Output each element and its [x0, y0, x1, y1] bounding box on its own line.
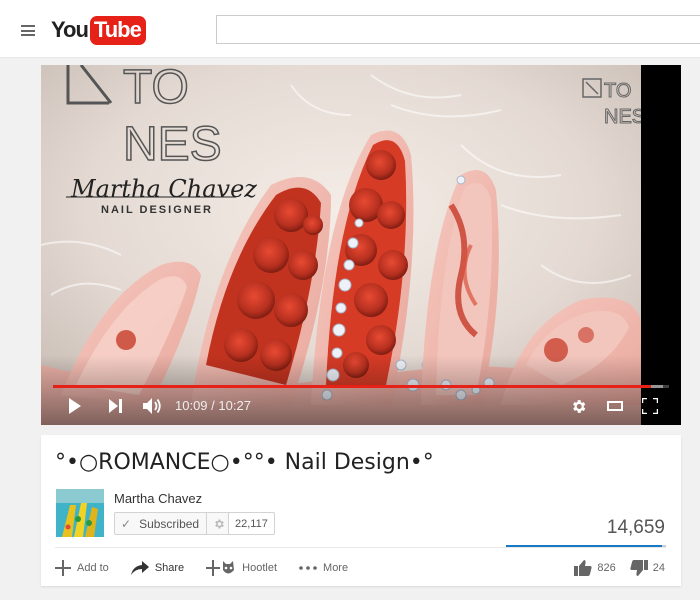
svg-text:NES: NES — [604, 106, 641, 128]
logo-you-text: You — [51, 17, 89, 42]
next-icon — [109, 399, 122, 413]
fullscreen-button[interactable] — [641, 397, 659, 415]
youtube-logo[interactable]: You Tube — [51, 15, 146, 45]
share-icon — [130, 561, 149, 575]
progress-played — [53, 385, 652, 388]
duration: 10:27 — [218, 398, 251, 413]
share-label: Share — [154, 562, 185, 574]
more-label: More — [323, 562, 349, 574]
subscription-settings-button[interactable] — [206, 513, 230, 534]
volume-button[interactable] — [142, 398, 162, 414]
plus-icon — [55, 560, 71, 576]
hootlet-icon — [206, 560, 235, 576]
masthead: You Tube — [0, 0, 700, 58]
next-button[interactable] — [108, 398, 124, 414]
search-input[interactable] — [216, 15, 700, 44]
view-count: 14,659 — [606, 517, 665, 538]
add-to-button[interactable]: Add to — [55, 560, 109, 576]
more-icon — [299, 566, 317, 570]
thumbs-up-icon — [574, 560, 592, 576]
volume-icon — [142, 398, 161, 414]
checkmark-icon: ✓ — [121, 516, 132, 531]
overlay-brand-line2: NES — [123, 118, 222, 171]
fullscreen-icon — [642, 398, 658, 414]
subscribe-button[interactable]: ✓ Subscribed — [114, 512, 232, 535]
divider — [55, 547, 666, 548]
time-display: 10:09 / 10:27 — [175, 398, 251, 413]
share-button[interactable]: Share — [130, 561, 185, 575]
play-button[interactable] — [66, 397, 84, 415]
like-count: 826 — [597, 562, 616, 574]
svg-text:TO: TO — [604, 80, 631, 102]
overlay-designer-role: NAIL DESIGNER — [101, 204, 213, 216]
play-icon — [69, 398, 81, 414]
subscribed-toggle[interactable]: ✓ Subscribed — [115, 513, 206, 534]
dislike-count: 24 — [652, 562, 665, 574]
overlay-designer-name: Martha Chavez — [70, 175, 257, 203]
thumbs-down-icon — [630, 560, 648, 576]
video-info-card: °•○ROMANCE○•°°• Nail Design•° Martha Cha… — [41, 435, 681, 586]
video-title: °•○ROMANCE○•°°• Nail Design•° — [55, 450, 434, 475]
theater-icon — [607, 401, 623, 411]
dislike-button[interactable]: 24 — [630, 560, 665, 576]
settings-button[interactable] — [569, 397, 587, 415]
hootlet-button[interactable]: Hootlet — [206, 560, 277, 576]
gear-icon — [214, 519, 224, 528]
channel-name[interactable]: Martha Chavez — [114, 491, 202, 506]
progress-bar[interactable] — [53, 385, 669, 388]
add-to-label: Add to — [77, 562, 109, 574]
subscribe-label: Subscribed — [139, 516, 200, 531]
like-dislike-group: 826 24 — [560, 558, 665, 578]
video-player[interactable]: TO NES Martha Chavez NAIL DESIGNER TO NE… — [41, 65, 681, 425]
logo-tube-text: Tube — [89, 15, 146, 45]
time-separator: / — [207, 398, 219, 413]
hootlet-label: Hootlet — [242, 562, 278, 574]
overlay-brand-line1: TO — [123, 65, 189, 114]
gear-icon — [572, 399, 585, 413]
subscriber-count: 22,117 — [228, 512, 275, 535]
action-bar: Add to Share Hootlet More — [55, 558, 370, 578]
channel-avatar[interactable] — [56, 489, 104, 537]
guide-menu-icon[interactable] — [21, 25, 35, 36]
theater-mode-button[interactable] — [606, 399, 624, 413]
more-button[interactable]: More — [299, 562, 348, 574]
current-time: 10:09 — [175, 398, 208, 413]
avatar-image — [56, 489, 104, 537]
like-button[interactable]: 826 — [574, 560, 616, 576]
